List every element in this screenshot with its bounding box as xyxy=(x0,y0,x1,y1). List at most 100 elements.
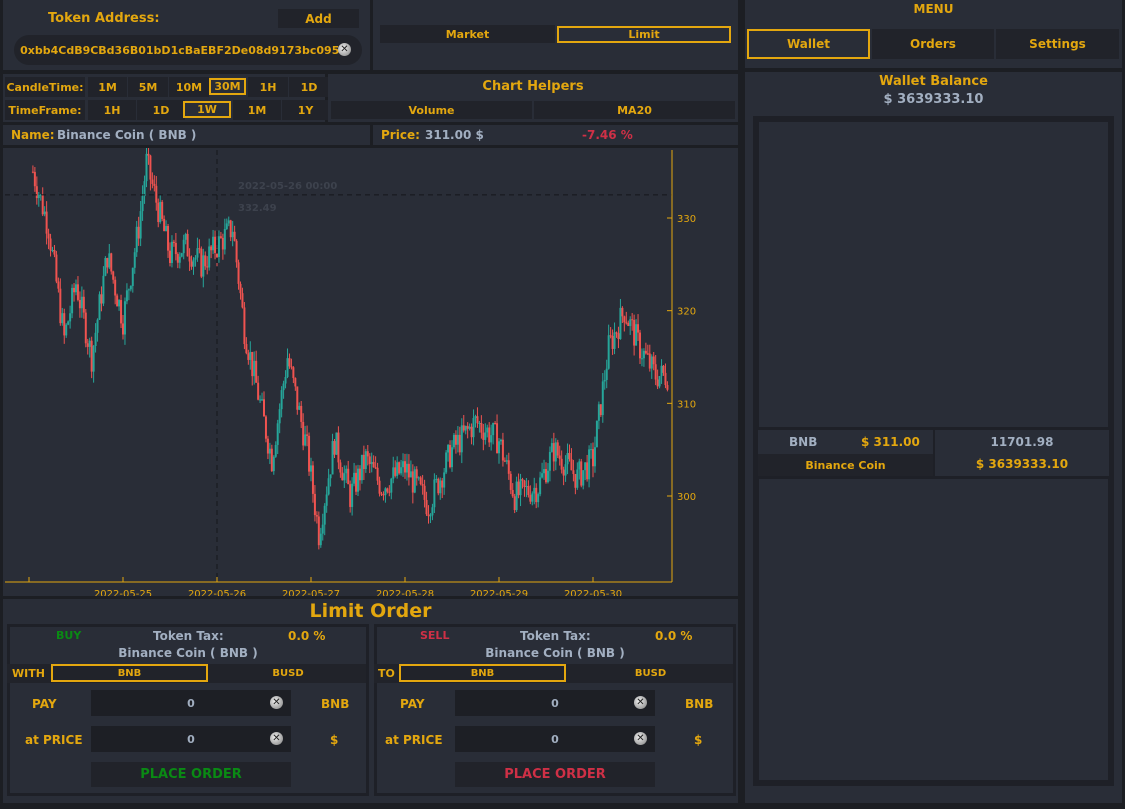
add-token-button[interactable]: Add xyxy=(278,9,359,28)
candle-up xyxy=(548,451,551,471)
clear-sell-pay-icon[interactable]: ✕ xyxy=(634,696,647,709)
candle-up xyxy=(145,153,148,182)
helper-volume[interactable]: Volume xyxy=(331,101,532,119)
candle-down xyxy=(609,335,612,337)
candle-down xyxy=(480,422,483,433)
candle-up xyxy=(353,472,356,484)
candle-up xyxy=(460,425,463,453)
token-address-value: 0xbb4CdB9CBd36B01bD1cBaEBF2De08d9173bc09… xyxy=(20,43,346,57)
candlestick-chart[interactable]: 2022-05-26 00:00 332.49 300 310 320 330 2022… xyxy=(3,148,738,596)
candle-1m[interactable]: 1M xyxy=(88,77,127,97)
candle-up xyxy=(515,481,518,511)
candle-down xyxy=(615,332,618,334)
candle-down xyxy=(511,489,514,497)
candle-1h[interactable]: 1H xyxy=(248,77,288,97)
candle-1d[interactable]: 1D xyxy=(289,77,329,97)
tab-wallet[interactable]: Wallet xyxy=(747,29,870,59)
clear-buy-pay-icon[interactable]: ✕ xyxy=(270,696,283,709)
candle-down xyxy=(623,316,626,323)
candle-time-label: CandleTime: xyxy=(5,77,85,97)
tab-limit[interactable]: Limit xyxy=(557,26,731,43)
x-tick-label: 2022-05-29 xyxy=(470,589,528,596)
candle-down xyxy=(47,233,50,239)
candle-up xyxy=(601,381,604,416)
candle-down xyxy=(574,474,577,488)
candle-down xyxy=(100,294,103,304)
timeframe-1y[interactable]: 1Y xyxy=(282,100,329,120)
candle-up xyxy=(345,468,348,474)
candle-up xyxy=(490,435,493,443)
candle-up xyxy=(439,480,442,494)
timeframe-1d[interactable]: 1D xyxy=(137,100,185,120)
candle-up xyxy=(286,358,289,377)
buy-pair-busd[interactable]: BUSD xyxy=(210,664,366,682)
buy-place-order-button[interactable]: PLACE ORDER xyxy=(91,762,291,787)
candle-up xyxy=(280,390,283,410)
buy-side-label: BUY xyxy=(56,629,82,642)
candle-up xyxy=(413,469,416,493)
sell-pair-bnb[interactable]: BNB xyxy=(399,664,566,682)
clear-sell-price-icon[interactable]: ✕ xyxy=(634,732,647,745)
clear-buy-price-icon[interactable]: ✕ xyxy=(270,732,283,745)
price-bar: Price: 311.00 $ -7.46 % xyxy=(373,125,738,145)
candle-up xyxy=(51,249,54,251)
helper-ma20[interactable]: MA20 xyxy=(534,101,735,119)
menu-title: MENU xyxy=(913,2,954,16)
sell-place-order-button[interactable]: PLACE ORDER xyxy=(455,762,655,787)
candle-up xyxy=(541,473,544,478)
candle-down xyxy=(255,360,258,383)
timeframe-1m[interactable]: 1M xyxy=(233,100,281,120)
candle-up xyxy=(400,467,403,474)
candle-down xyxy=(76,284,79,300)
order-type-panel: Market Limit xyxy=(373,0,738,70)
tab-settings[interactable]: Settings xyxy=(996,29,1119,59)
buy-price-input[interactable]: 0 ✕ xyxy=(91,726,291,752)
candle-down xyxy=(404,461,406,473)
timeframe-1w[interactable]: 1W xyxy=(183,101,231,118)
candle-time-row: CandleTime: 1M 5M 10M 30M 1H 1D TimeFram… xyxy=(3,74,329,122)
limit-order-panel: Limit Order BUY Token Tax: 0.0 % Binance… xyxy=(3,599,738,803)
candle-down xyxy=(188,256,191,262)
candle-10m[interactable]: 10M xyxy=(169,77,209,97)
sell-tax-value: 0.0 % xyxy=(655,629,693,643)
candle-up xyxy=(533,487,536,494)
buy-pair-bnb[interactable]: BNB xyxy=(51,664,208,682)
candle-up xyxy=(135,226,138,253)
token-address-input[interactable]: 0xbb4CdB9CBd36B01bD1cBaEBF2De08d9173bc09… xyxy=(14,35,362,65)
candle-down xyxy=(186,233,189,257)
timeframe-1h[interactable]: 1H xyxy=(88,100,136,120)
sell-price-input[interactable]: 0 ✕ xyxy=(455,726,655,752)
clear-address-icon[interactable]: ✕ xyxy=(338,43,351,56)
candle-down xyxy=(507,460,510,474)
candle-up xyxy=(118,300,121,307)
candle-up xyxy=(108,253,111,268)
sell-pair-busd[interactable]: BUSD xyxy=(568,664,733,682)
token-name-bar: Name: Binance Coin ( BNB ) xyxy=(3,125,370,145)
candle-up xyxy=(390,478,393,493)
tab-orders[interactable]: Orders xyxy=(872,29,994,59)
buy-pay-input[interactable]: 0 ✕ xyxy=(91,690,291,716)
candle-down xyxy=(545,469,547,483)
candle-down xyxy=(427,514,430,517)
candle-down xyxy=(374,467,377,469)
x-tick-label: 2022-05-25 xyxy=(94,589,152,596)
candle-up xyxy=(539,477,542,495)
candle-30m[interactable]: 30M xyxy=(209,78,246,95)
candle-down xyxy=(339,462,342,473)
candle-up xyxy=(605,368,608,380)
tab-market[interactable]: Market xyxy=(380,25,555,43)
limit-order-title: Limit Order xyxy=(309,600,432,622)
sell-pay-input[interactable]: 0 ✕ xyxy=(455,690,655,716)
y-tick-label: 320 xyxy=(677,307,696,318)
x-tick-label: 2022-05-26 xyxy=(188,589,246,596)
candle-up xyxy=(127,289,130,291)
candle-down xyxy=(82,296,85,313)
candle-down xyxy=(206,266,209,268)
candle-5m[interactable]: 5M xyxy=(128,77,168,97)
price-chart-panel[interactable]: 2022-05-26 00:00 332.49 300 310 320 330 2022… xyxy=(3,148,738,596)
candle-down xyxy=(313,493,316,516)
candle-up xyxy=(249,351,252,360)
candle-up xyxy=(298,405,301,410)
candle-up xyxy=(325,494,328,506)
wallet-holding-row[interactable]: BNB $ 311.00 Binance Coin 11701.98 $ 363… xyxy=(758,430,1109,476)
